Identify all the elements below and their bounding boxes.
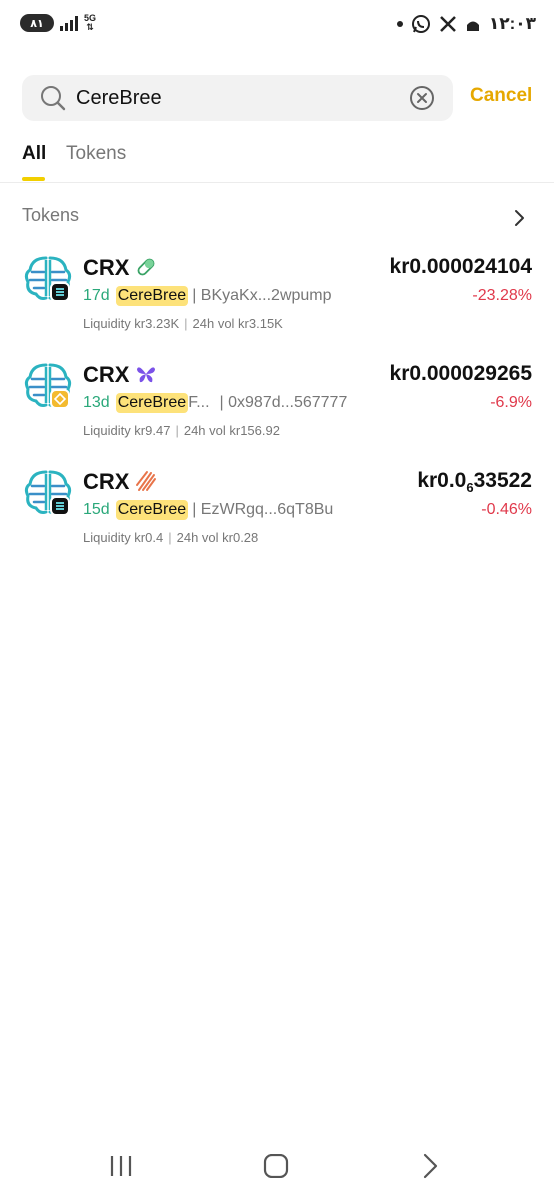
token-meta: 13d CereBree F... | 0x987d...567777 (83, 393, 347, 413)
status-right: ۱۲:۰۳ (396, 14, 536, 34)
bnb-chain-icon (50, 389, 70, 409)
system-nav-bar (0, 1130, 554, 1200)
network-indicator: 5G ⇅ (84, 13, 97, 32)
battery-indicator: ۸۱ (20, 14, 54, 32)
token-address: | BKyaKx...2wpump (192, 287, 332, 304)
status-left: ۸۱ 5G ⇅ (20, 14, 96, 32)
solana-chain-icon (50, 496, 70, 516)
price-change: -6.9% (490, 394, 532, 411)
mosque-icon (466, 21, 479, 31)
signal-icon (60, 15, 78, 31)
search-icon (41, 86, 66, 111)
token-address: | EzWRgq...6qT8Bu (192, 501, 334, 518)
cancel-button[interactable]: Cancel (470, 85, 532, 107)
x-logo-icon (439, 16, 456, 32)
volume-24h: 24h vol kr0.28 (176, 530, 259, 545)
token-address: | 0x987d...567777 (219, 394, 348, 411)
token-name-highlight: CereBree (115, 393, 189, 413)
token-name-suffix: F... (188, 394, 210, 411)
liquidity: Liquidity kr3.23K (83, 316, 180, 331)
liquidity: Liquidity kr9.47 (83, 423, 171, 438)
volume-24h: 24h vol kr3.15K (192, 316, 283, 331)
status-bar: ۸۱ 5G ⇅ ۱۲:۰۳ (0, 0, 554, 52)
token-meta: 15d CereBree | EzWRgq...6qT8Bu (83, 500, 333, 520)
price-change: -23.28% (472, 287, 532, 304)
tab-all[interactable]: All (22, 143, 46, 165)
home-icon[interactable] (263, 1154, 289, 1178)
solana-chain-icon (50, 282, 70, 302)
stripes-icon (136, 471, 156, 491)
token-age: 17d (83, 287, 110, 304)
token-age: 15d (83, 501, 110, 518)
search-box[interactable]: CereBree (22, 75, 453, 121)
token-meta: 17d CereBree | BKyaKx...2wpump (83, 286, 332, 306)
token-price: kr0.000024104 (389, 255, 532, 278)
token-stats: Liquidity kr3.23K | 24h vol kr3.15K (83, 316, 283, 331)
token-symbol: CRX (83, 255, 130, 280)
token-row[interactable]: CRX kr0.000029265 13d CereBree F... | 0x… (0, 359, 554, 459)
tab-tokens[interactable]: Tokens (66, 143, 126, 165)
recent-apps-icon[interactable] (108, 1154, 134, 1178)
token-age: 13d (83, 394, 110, 411)
token-name-highlight: CereBree (115, 500, 189, 520)
notification-dot-icon (396, 21, 403, 27)
search-input[interactable]: CereBree (76, 87, 162, 110)
chevron-right-icon[interactable] (512, 209, 528, 227)
butterfly-icon (137, 367, 155, 383)
token-row[interactable]: CRX kr0.000024104 17d CereBree | BKyaKx.… (0, 252, 554, 352)
token-stats: Liquidity kr0.4 | 24h vol kr0.28 (83, 530, 258, 545)
token-price: kr0.0633522 (417, 469, 532, 496)
clear-search-icon[interactable] (409, 85, 435, 111)
section-title: Tokens (22, 205, 80, 225)
price-change: -0.46% (481, 501, 532, 518)
liquidity: Liquidity kr0.4 (83, 530, 164, 545)
token-symbol: CRX (83, 469, 130, 494)
token-row[interactable]: CRX kr0.0633522 15d CereBree | EzWRgq...… (0, 466, 554, 566)
active-tab-indicator (22, 177, 45, 181)
whatsapp-icon (411, 15, 430, 33)
clock: ۱۲:۰۳ (488, 14, 536, 33)
divider (0, 182, 554, 183)
token-price: kr0.000029265 (389, 362, 532, 385)
pill-icon (137, 258, 155, 276)
token-name-highlight: CereBree (115, 286, 189, 306)
token-stats: Liquidity kr9.47 | 24h vol kr156.92 (83, 423, 280, 438)
separator: | (184, 316, 188, 331)
back-icon[interactable] (420, 1152, 442, 1180)
token-symbol: CRX (83, 362, 130, 387)
separator: | (168, 530, 172, 545)
data-arrows-icon: ⇅ (86, 22, 94, 32)
volume-24h: 24h vol kr156.92 (183, 423, 280, 438)
separator: | (175, 423, 179, 438)
